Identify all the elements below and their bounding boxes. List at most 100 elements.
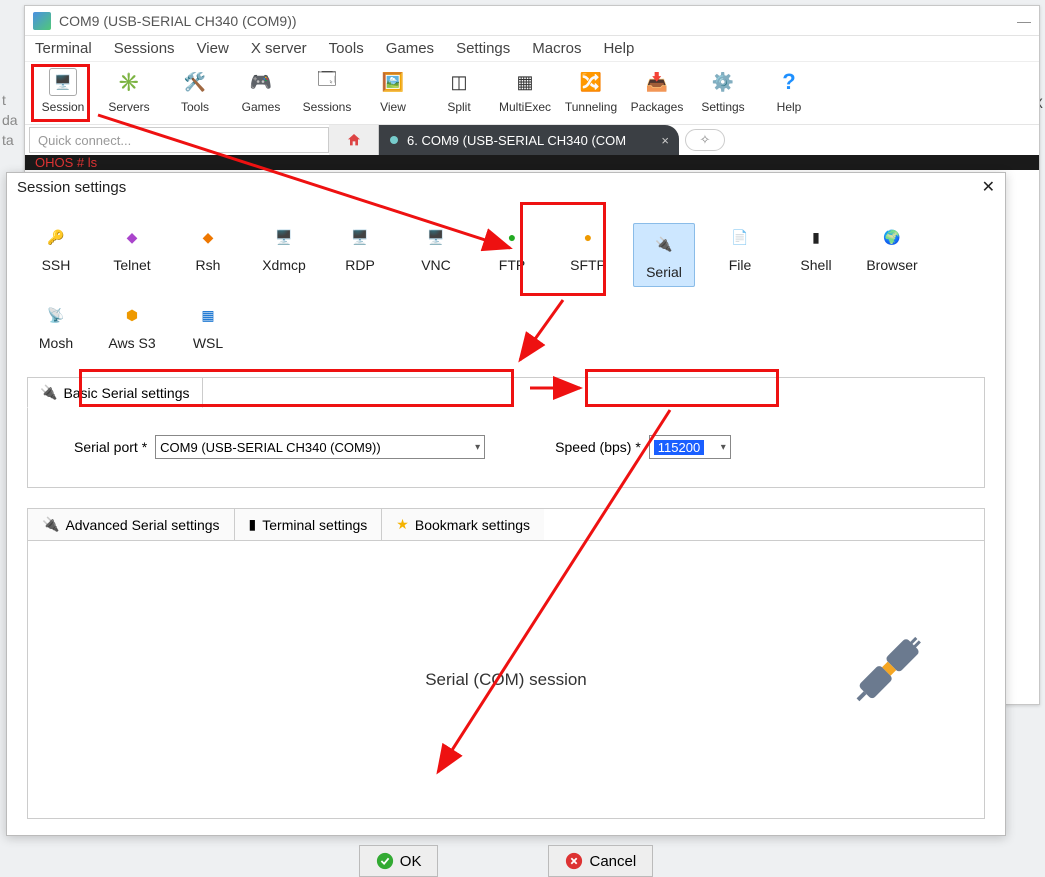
menu-help[interactable]: Help: [603, 40, 634, 57]
menu-xserver[interactable]: X server: [251, 40, 307, 57]
toolbar-servers[interactable]: ✳️Servers: [99, 68, 159, 114]
proto-shell[interactable]: ▮Shell: [785, 223, 847, 287]
tunneling-icon: 🔀: [577, 68, 605, 96]
menu-tools[interactable]: Tools: [329, 40, 364, 57]
toolbar-multiexec[interactable]: ▦MultiExec: [495, 68, 555, 114]
app-logo-icon: [33, 12, 51, 30]
globe-icon: 🌍: [878, 223, 906, 251]
window-title: COM9 (USB-SERIAL CH340 (COM9)): [59, 13, 297, 29]
basic-serial-tab[interactable]: 🔌 Basic Serial settings: [27, 377, 203, 408]
proto-rdp[interactable]: 🖥️RDP: [329, 223, 391, 287]
sessions-icon: 🗔: [313, 68, 341, 96]
proto-ssh[interactable]: 🔑SSH: [25, 223, 87, 287]
minimize-button[interactable]: —: [1017, 13, 1031, 29]
window-controls: —: [1017, 13, 1031, 29]
proto-file[interactable]: 📄File: [709, 223, 771, 287]
advanced-tabs: 🔌Advanced Serial settings ▮Terminal sett…: [27, 508, 985, 541]
proto-vnc[interactable]: 🖥️VNC: [405, 223, 467, 287]
menu-view[interactable]: View: [197, 40, 229, 57]
star-icon: ★: [396, 516, 409, 533]
serial-plug-art-icon: [854, 635, 944, 725]
serial-icon: [389, 135, 399, 145]
servers-icon: ✳️: [115, 68, 143, 96]
toolbar-games[interactable]: 🎮Games: [231, 68, 291, 114]
proto-mosh[interactable]: 📡Mosh: [25, 301, 87, 351]
proto-xdmcp[interactable]: 🖥️Xdmcp: [253, 223, 315, 287]
home-tab[interactable]: [329, 125, 379, 155]
tab-terminal-settings[interactable]: ▮Terminal settings: [235, 509, 383, 540]
mosh-icon: 📡: [42, 301, 70, 329]
tab-advanced-serial[interactable]: 🔌Advanced Serial settings: [28, 509, 235, 540]
file-icon: 📄: [726, 223, 754, 251]
xdmcp-icon: 🖥️: [270, 223, 298, 251]
toolbar-split[interactable]: ◫Split: [429, 68, 489, 114]
multiexec-icon: ▦: [511, 68, 539, 96]
tab-com9[interactable]: 6. COM9 (USB-SERIAL CH340 (COM ×: [379, 125, 679, 155]
titlebar: COM9 (USB-SERIAL CH340 (COM9)) —: [25, 6, 1039, 36]
telnet-icon: ◆: [118, 223, 146, 251]
packages-icon: 📥: [643, 68, 671, 96]
dialog-close-icon[interactable]: ✕: [982, 177, 995, 197]
toolbar-sessions[interactable]: 🗔Sessions: [297, 68, 357, 114]
proto-awss3[interactable]: ⬢Aws S3: [101, 301, 163, 351]
proto-telnet[interactable]: ◆Telnet: [101, 223, 163, 287]
proto-ftp[interactable]: ●FTP: [481, 223, 543, 287]
dialog-title: Session settings: [17, 179, 126, 196]
ok-button[interactable]: OK: [359, 845, 439, 877]
dialog-titlebar: Session settings ✕: [7, 173, 1005, 201]
speed-label: Speed (bps) *: [555, 439, 641, 455]
toolbar-session[interactable]: 🖥️Session: [33, 68, 93, 114]
session-type-label: Serial (COM) session: [425, 670, 587, 690]
plug-icon: 🔌: [650, 230, 678, 258]
check-circle-icon: [376, 852, 394, 870]
tools-icon: 🛠️: [181, 68, 209, 96]
menu-games[interactable]: Games: [386, 40, 434, 57]
menubar: Terminal Sessions View X server Tools Ga…: [25, 36, 1039, 62]
quick-connect-input[interactable]: Quick connect...: [29, 127, 329, 153]
speed-value: 115200: [654, 440, 704, 455]
toolbar: 🖥️Session ✳️Servers 🛠️Tools 🎮Games 🗔Sess…: [25, 62, 1039, 125]
proto-sftp[interactable]: ●SFTP: [557, 223, 619, 287]
chevron-down-icon: ▾: [475, 442, 480, 453]
menu-settings[interactable]: Settings: [456, 40, 510, 57]
proto-rsh[interactable]: ◆Rsh: [177, 223, 239, 287]
serial-port-combo[interactable]: COM9 (USB-SERIAL CH340 (COM9)) ▾: [155, 435, 485, 459]
protocol-row: 🔑SSH ◆Telnet ◆Rsh 🖥️Xdmcp 🖥️RDP 🖥️VNC ●F…: [7, 201, 1005, 369]
tab-label: 6. COM9 (USB-SERIAL CH340 (COM: [407, 133, 626, 148]
toolbar-tools[interactable]: 🛠️Tools: [165, 68, 225, 114]
toolbar-tunneling[interactable]: 🔀Tunneling: [561, 68, 621, 114]
toolbar-help[interactable]: ?Help: [759, 68, 819, 114]
games-icon: 🎮: [247, 68, 275, 96]
view-icon: 🖼️: [379, 68, 407, 96]
speed-field: Speed (bps) * 115200 ▾: [555, 435, 731, 459]
menu-macros[interactable]: Macros: [532, 40, 581, 57]
key-icon: 🔑: [42, 223, 70, 251]
menu-terminal[interactable]: Terminal: [35, 40, 92, 57]
vnc-icon: 🖥️: [422, 223, 450, 251]
proto-wsl[interactable]: ▦WSL: [177, 301, 239, 351]
basic-serial-panel: 🔌 Basic Serial settings Serial port * CO…: [27, 377, 985, 488]
advanced-body: Serial (COM) session: [27, 541, 985, 819]
tab-close-icon[interactable]: ×: [661, 133, 669, 148]
new-tab-button[interactable]: ✧: [685, 129, 725, 151]
speed-combo[interactable]: 115200 ▾: [649, 435, 731, 459]
toolbar-settings[interactable]: ⚙️Settings: [693, 68, 753, 114]
plug-small-icon: 🔌: [40, 384, 57, 401]
gear-icon: ⚙️: [709, 68, 737, 96]
proto-browser[interactable]: 🌍Browser: [861, 223, 923, 287]
ftp-icon: ●: [498, 223, 526, 251]
serial-port-label: Serial port *: [74, 439, 147, 455]
background-text: tdata: [0, 90, 18, 150]
tab-bookmark-settings[interactable]: ★Bookmark settings: [382, 509, 544, 540]
toolbar-packages[interactable]: 📥Packages: [627, 68, 687, 114]
cancel-button[interactable]: Cancel: [548, 845, 653, 877]
proto-serial[interactable]: 🔌Serial: [633, 223, 695, 287]
help-icon: ?: [775, 68, 803, 96]
toolbar-view[interactable]: 🖼️View: [363, 68, 423, 114]
dialog-buttons: OK Cancel: [7, 845, 1005, 877]
plug-small-icon: 🔌: [42, 516, 59, 533]
menu-sessions[interactable]: Sessions: [114, 40, 175, 57]
terminal-icon: ▮: [249, 516, 257, 533]
wsl-icon: ▦: [194, 301, 222, 329]
aws-icon: ⬢: [118, 301, 146, 329]
